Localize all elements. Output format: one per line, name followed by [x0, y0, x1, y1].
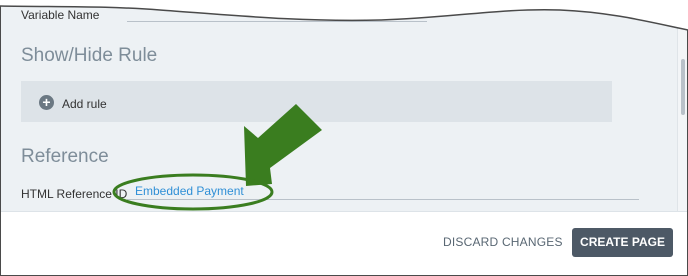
show-hide-rule-title: Show/Hide Rule: [21, 45, 158, 66]
panel-scrollbar-thumb[interactable]: [681, 59, 685, 115]
discard-changes-button[interactable]: DISCARD CHANGES: [437, 227, 569, 257]
torn-edge-decoration: [0, 0, 688, 31]
html-reference-id-value: Embedded Payment: [135, 184, 244, 198]
add-rule-button[interactable]: + Add rule: [21, 81, 612, 122]
plus-circle-icon: +: [39, 95, 54, 110]
html-reference-id-input[interactable]: Embedded Payment: [127, 183, 639, 200]
page-editor-window: Variable Name Show/Hide Rule + Add rule …: [0, 0, 688, 276]
reference-title: Reference: [21, 146, 109, 167]
footer-divider: [1, 211, 687, 212]
html-reference-id-label: HTML Reference ID: [21, 187, 128, 201]
create-page-button[interactable]: CREATE PAGE: [572, 228, 673, 257]
add-rule-label: Add rule: [62, 97, 107, 111]
